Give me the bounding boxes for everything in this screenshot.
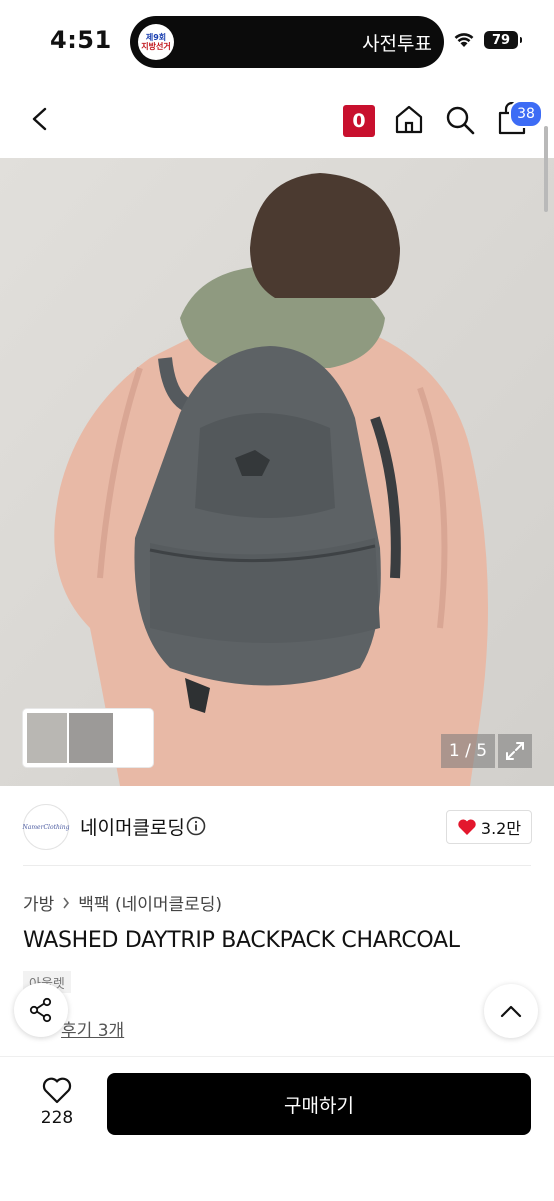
breadcrumb: 가방 백팩 (네이머클로딩) [23, 890, 222, 915]
breadcrumb-subcategory[interactable]: 백팩 (네이머클로딩) [78, 890, 222, 915]
share-icon [29, 997, 52, 1023]
divider [23, 865, 531, 866]
thumbnail-2[interactable] [69, 713, 113, 763]
home-icon[interactable] [393, 103, 425, 135]
thumbnail-strip[interactable] [23, 709, 153, 767]
wishlist-button[interactable]: 228 [30, 1076, 84, 1128]
chevron-up-icon [500, 1005, 522, 1018]
heart-outline-icon [42, 1077, 72, 1104]
expand-icon[interactable] [498, 734, 532, 768]
share-button[interactable] [14, 983, 68, 1037]
scroll-top-button[interactable] [484, 984, 538, 1038]
info-icon[interactable] [186, 816, 206, 836]
thumbnail-1[interactable] [27, 713, 67, 763]
chevron-right-icon [63, 897, 70, 908]
dynamic-island[interactable]: 제9회 지방선거 사전투표 [130, 16, 444, 68]
back-arrow-icon[interactable] [26, 104, 56, 134]
brand-like-button[interactable]: 3.2만 [446, 810, 532, 844]
brand-like-count: 3.2만 [480, 819, 522, 838]
scrollbar[interactable] [544, 126, 548, 212]
breadcrumb-category[interactable]: 가방 [23, 890, 54, 915]
brand-name[interactable]: 네이머클로딩 [80, 813, 185, 840]
election-badge-line1: 제9회 [145, 33, 167, 42]
wifi-icon [454, 33, 474, 47]
product-title: WASHED DAYTRIP BACKPACK CHARCOAL [23, 928, 460, 953]
product-photo[interactable] [0, 158, 554, 786]
election-badge-line2: 지방선거 [141, 42, 171, 51]
top-nav: 0 [0, 80, 554, 158]
image-counter: 1 / 5 [441, 734, 495, 768]
buy-button[interactable]: 구매하기 [107, 1073, 531, 1135]
review-count-link[interactable]: 후기 3개 [61, 1016, 124, 1041]
status-bar: 4:51 제9회 지방선거 사전투표 79 [0, 0, 554, 80]
cart-count-badge: 38 [509, 100, 543, 128]
island-vote-text: 사전투표 [362, 33, 432, 55]
pick-badge-button[interactable]: 0 [343, 105, 375, 137]
status-time: 4:51 [50, 26, 112, 54]
election-badge-icon: 제9회 지방선거 [138, 24, 174, 60]
brand-logo[interactable]: NamerClothing [23, 804, 69, 850]
heart-icon [458, 819, 476, 835]
wishlist-count: 228 [40, 1108, 74, 1128]
search-icon[interactable] [444, 104, 476, 136]
product-photo-illustration [0, 158, 554, 786]
battery-icon: 79 [484, 31, 522, 49]
